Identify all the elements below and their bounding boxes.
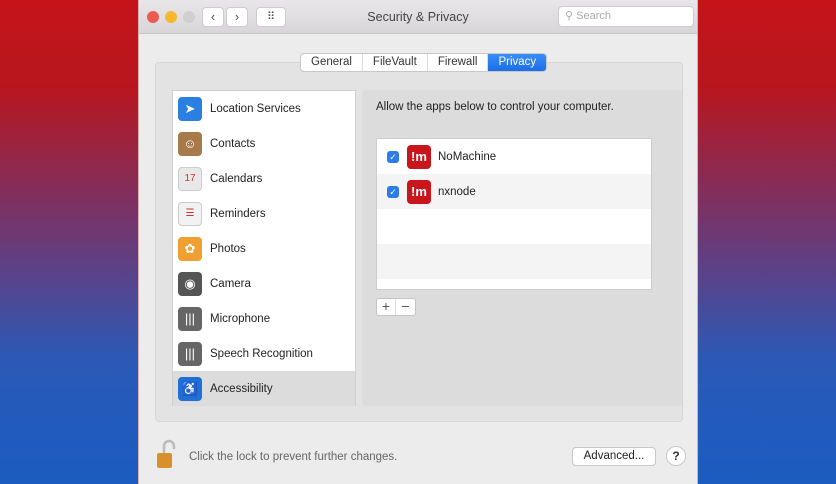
location-services-icon: ➤ xyxy=(178,96,202,121)
add-remove-control: + − xyxy=(376,298,416,316)
sidebar-item-reminders[interactable]: ☰ Reminders xyxy=(173,196,355,231)
contacts-icon: ☺ xyxy=(178,131,202,156)
lock-status-text: Click the lock to prevent further change… xyxy=(189,451,398,463)
nxnode-app-icon: !m xyxy=(407,179,431,204)
sidebar-item-label: Photos xyxy=(210,242,246,255)
accessibility-pane: Allow the apps below to control your com… xyxy=(362,90,682,406)
reminders-icon: ☰ xyxy=(178,201,202,226)
sidebar-item-calendars[interactable]: 17 Calendars xyxy=(173,161,355,196)
calendars-icon: 17 xyxy=(178,166,202,191)
camera-icon: ◉ xyxy=(178,271,202,296)
app-list[interactable]: ✓ !m NoMachine ✓ !m nxnode xyxy=(376,138,652,290)
advanced-button[interactable]: Advanced... xyxy=(572,447,656,466)
speech-recognition-icon: ||| xyxy=(178,341,202,366)
pane-description: Allow the apps below to control your com… xyxy=(376,101,614,113)
nomachine-app-icon: !m xyxy=(407,144,431,169)
search-placeholder: Search xyxy=(576,10,611,22)
app-name: NoMachine xyxy=(438,150,497,163)
sidebar-item-label: Microphone xyxy=(210,312,271,325)
sidebar-item-label: Camera xyxy=(210,277,251,290)
lock-icon[interactable] xyxy=(155,438,179,470)
security-privacy-window: ‹ › ⠿ Security & Privacy ⚲ Search Genera… xyxy=(138,0,698,484)
help-button[interactable]: ? xyxy=(666,446,686,466)
tab-privacy[interactable]: Privacy xyxy=(488,54,547,71)
app-checkbox[interactable]: ✓ xyxy=(387,185,399,198)
sidebar-item-label: Speech Recognition xyxy=(210,347,313,360)
sidebar-item-camera[interactable]: ◉ Camera xyxy=(173,266,355,301)
privacy-panel: ➤ Location Services ☺ Contacts 17 Calendars ☰ R… xyxy=(155,62,683,422)
sidebar-item-label: Contacts xyxy=(210,137,256,150)
tab-firewall[interactable]: Firewall xyxy=(428,54,489,71)
sidebar-item-accessibility[interactable]: ♿ Accessibility xyxy=(173,371,355,406)
footer-bar: Click the lock to prevent further change… xyxy=(155,438,686,474)
app-checkbox[interactable]: ✓ xyxy=(387,150,399,163)
empty-row xyxy=(377,244,651,279)
accessibility-icon: ♿ xyxy=(178,376,202,401)
remove-app-button[interactable]: − xyxy=(396,299,415,315)
empty-row xyxy=(377,209,651,244)
app-row-nxnode[interactable]: ✓ !m nxnode xyxy=(377,174,651,209)
tab-filevault[interactable]: FileVault xyxy=(363,54,428,71)
sidebar-item-microphone[interactable]: ||| Microphone xyxy=(173,301,355,336)
sidebar-item-location-services[interactable]: ➤ Location Services xyxy=(173,91,355,126)
search-icon: ⚲ xyxy=(565,10,577,22)
sidebar-item-photos[interactable]: ✿ Photos xyxy=(173,231,355,266)
tab-bar: General FileVault Firewall Privacy xyxy=(300,53,548,72)
app-row-nomachine[interactable]: ✓ !m NoMachine xyxy=(377,139,651,174)
sidebar-item-label: Accessibility xyxy=(210,382,273,395)
sidebar-item-contacts[interactable]: ☺ Contacts xyxy=(173,126,355,161)
sidebar-item-speech-recognition[interactable]: ||| Speech Recognition xyxy=(173,336,355,371)
sidebar-item-label: Reminders xyxy=(210,207,266,220)
add-app-button[interactable]: + xyxy=(377,299,396,315)
microphone-icon: ||| xyxy=(178,306,202,331)
title-bar: ‹ › ⠿ Security & Privacy ⚲ Search xyxy=(139,0,697,34)
privacy-category-list[interactable]: ➤ Location Services ☺ Contacts 17 Calendars ☰ R… xyxy=(172,90,356,406)
sidebar-item-label: Location Services xyxy=(210,102,301,115)
app-name: nxnode xyxy=(438,185,476,198)
search-input[interactable]: ⚲ Search xyxy=(558,6,694,27)
photos-icon: ✿ xyxy=(178,236,202,261)
sidebar-item-label: Calendars xyxy=(210,172,263,185)
tab-general[interactable]: General xyxy=(301,54,363,71)
